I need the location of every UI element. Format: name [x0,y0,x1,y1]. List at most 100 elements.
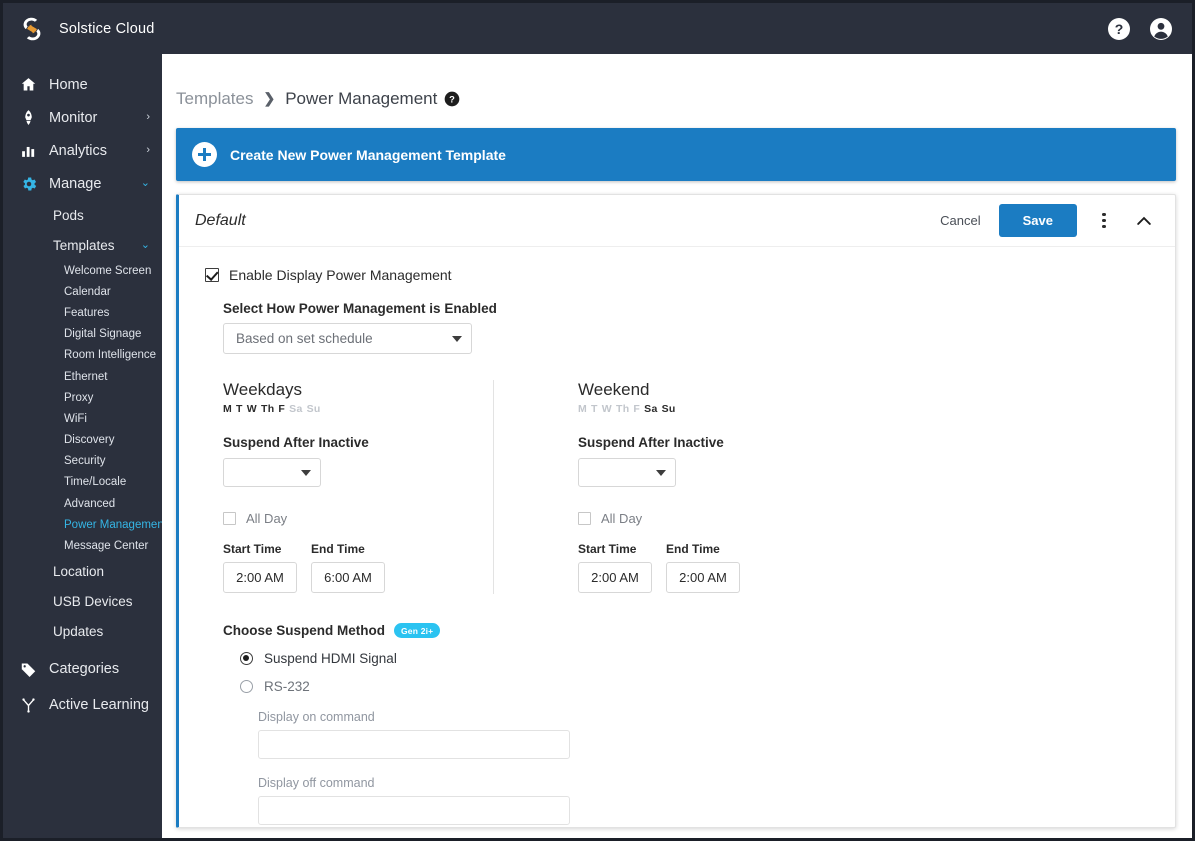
bar-chart-icon [20,142,40,159]
weekdays-all-day-row[interactable]: All Day [223,511,535,526]
suspend-hdmi-label: Suspend HDMI Signal [264,651,397,666]
weekend-all-day-checkbox[interactable] [578,512,591,525]
enable-power-management-row[interactable]: Enable Display Power Management [205,267,1175,283]
enable-power-management-label: Enable Display Power Management [229,267,452,283]
sidebar-item-digital-signage[interactable]: Digital Signage [3,324,162,345]
sidebar-item-power-management[interactable]: Power Management [3,514,162,535]
sidebar-item-active-learning[interactable]: Active Learning [3,689,162,722]
weekdays-time-row: Start Time 2:00 AM End Time 6:00 AM [223,542,535,593]
day-letter: M [223,403,233,415]
weekdays-suspend-select[interactable] [223,458,321,487]
sidebar-item-message-center[interactable]: Message Center [3,535,162,556]
breadcrumb-parent[interactable]: Templates [176,89,253,109]
sidebar-item-usb-devices[interactable]: USB Devices [3,587,162,617]
active-learning-icon [20,697,40,714]
mode-field: Select How Power Management is Enabled B… [205,301,1175,354]
weekdays-day-indicator: M T W Th F Sa Su [223,403,535,415]
account-circle-icon[interactable] [1148,16,1174,42]
chevron-up-icon[interactable] [1129,206,1159,236]
sidebar-item-room-intelligence[interactable]: Room Intelligence [3,345,162,366]
weekdays-start-input[interactable]: 2:00 AM [223,562,297,593]
rs232-label: RS-232 [264,679,310,694]
weekdays-end-label: End Time [311,542,365,556]
plus-circle-icon [192,142,217,167]
sidebar-item-wifi[interactable]: WiFi [3,408,162,429]
rs232-option[interactable]: RS-232 [223,679,1175,694]
sidebar-item-discovery[interactable]: Discovery [3,430,162,451]
tag-icon [20,661,40,678]
suspend-hdmi-radio[interactable] [240,652,253,665]
sidebar-item-categories[interactable]: Categories [3,653,162,686]
day-letter: W [246,403,257,415]
weekdays-start-label: Start Time [223,542,282,556]
weekend-end-label: End Time [666,542,720,556]
enable-power-management-checkbox[interactable] [205,268,219,282]
sidebar-item-updates[interactable]: Updates [3,617,162,647]
mode-select[interactable]: Based on set schedule [223,323,472,354]
sidebar-item-label: Monitor [49,109,98,126]
help-circle-icon[interactable]: ? [444,91,460,107]
weekdays-all-day-checkbox[interactable] [223,512,236,525]
application-window: Solstice Cloud ? Home Monitor › Analytic… [0,0,1195,841]
weekdays-suspend-label: Suspend After Inactive [223,435,369,450]
create-template-banner[interactable]: Create New Power Management Template [176,128,1176,181]
weekend-time-row: Start Time 2:00 AM End Time 2:00 AM [578,542,865,593]
weekend-end-input[interactable]: 2:00 AM [666,562,740,593]
day-letter: T [236,403,243,415]
sidebar-item-monitor[interactable]: Monitor › [3,101,162,134]
weekdays-all-day-label: All Day [246,511,288,526]
sidebar-item-proxy[interactable]: Proxy [3,387,162,408]
cancel-button[interactable]: Cancel [930,207,990,234]
sidebar-item-security[interactable]: Security [3,451,162,472]
weekend-suspend-label: Suspend After Inactive [578,435,724,450]
rs232-radio[interactable] [240,680,253,693]
card-title: Default [195,211,246,229]
day-letter: Th [615,403,630,415]
schedule-columns: Weekdays M T W Th F Sa Su Suspend After Inacti… [205,380,1175,594]
solstice-logo[interactable] [15,12,49,46]
weekdays-end-input[interactable]: 6:00 AM [311,562,385,593]
sidebar-item-label: Categories [49,661,120,678]
weekend-all-day-row[interactable]: All Day [578,511,865,526]
sidebar-subitem-label: Discovery [64,434,115,447]
sidebar-item-time-locale[interactable]: Time/Locale [3,472,162,493]
sidebar-subitem-label: WiFi [64,412,87,425]
page-title: Power Management [285,88,438,108]
breadcrumb: Templates ❯ Power Management ? [162,54,1192,116]
sidebar-item-advanced[interactable]: Advanced [3,493,162,514]
sidebar-item-welcome-screen[interactable]: Welcome Screen [3,260,162,281]
day-letter: Th [260,403,275,415]
day-letter: W [601,403,612,415]
display-off-command-input[interactable] [258,796,570,825]
rocket-icon [20,109,40,126]
sidebar-item-label: Active Learning [49,697,149,714]
sidebar-subitem-label: USB Devices [53,594,133,610]
display-off-command-field: Display off command [223,776,1175,825]
weekend-start-input[interactable]: 2:00 AM [578,562,652,593]
sidebar-item-calendar[interactable]: Calendar [3,281,162,302]
display-on-command-input[interactable] [258,730,570,759]
chevron-down-icon [656,469,666,476]
sidebar-item-features[interactable]: Features [3,302,162,323]
sidebar-item-manage[interactable]: Manage ⌄ [3,167,162,200]
day-letter: F [278,403,286,415]
sidebar-item-ethernet[interactable]: Ethernet [3,366,162,387]
sidebar-subitem-label: Proxy [64,391,94,404]
sidebar-item-pods[interactable]: Pods [3,200,162,230]
weekend-day-indicator: M T W Th F Sa Su [578,403,865,415]
weekdays-end-field: End Time 6:00 AM [311,542,385,593]
sidebar-subitem-label: Pods [53,207,84,223]
kebab-menu-icon[interactable] [1089,206,1119,236]
suspend-hdmi-option[interactable]: Suspend HDMI Signal [223,651,1175,666]
sidebar-item-location[interactable]: Location [3,557,162,587]
sidebar-subitem-label: Updates [53,624,104,640]
sidebar-item-templates[interactable]: Templates ⌄ [3,230,162,260]
sidebar-item-home[interactable]: Home [3,68,162,101]
help-circle-icon[interactable]: ? [1106,16,1132,42]
sidebar-subitem-label: Calendar [64,285,111,298]
save-button[interactable]: Save [998,204,1077,237]
weekend-end-field: End Time 2:00 AM [666,542,740,593]
weekend-suspend-select[interactable] [578,458,676,487]
weekend-start-label: Start Time [578,542,637,556]
sidebar-item-analytics[interactable]: Analytics › [3,134,162,167]
